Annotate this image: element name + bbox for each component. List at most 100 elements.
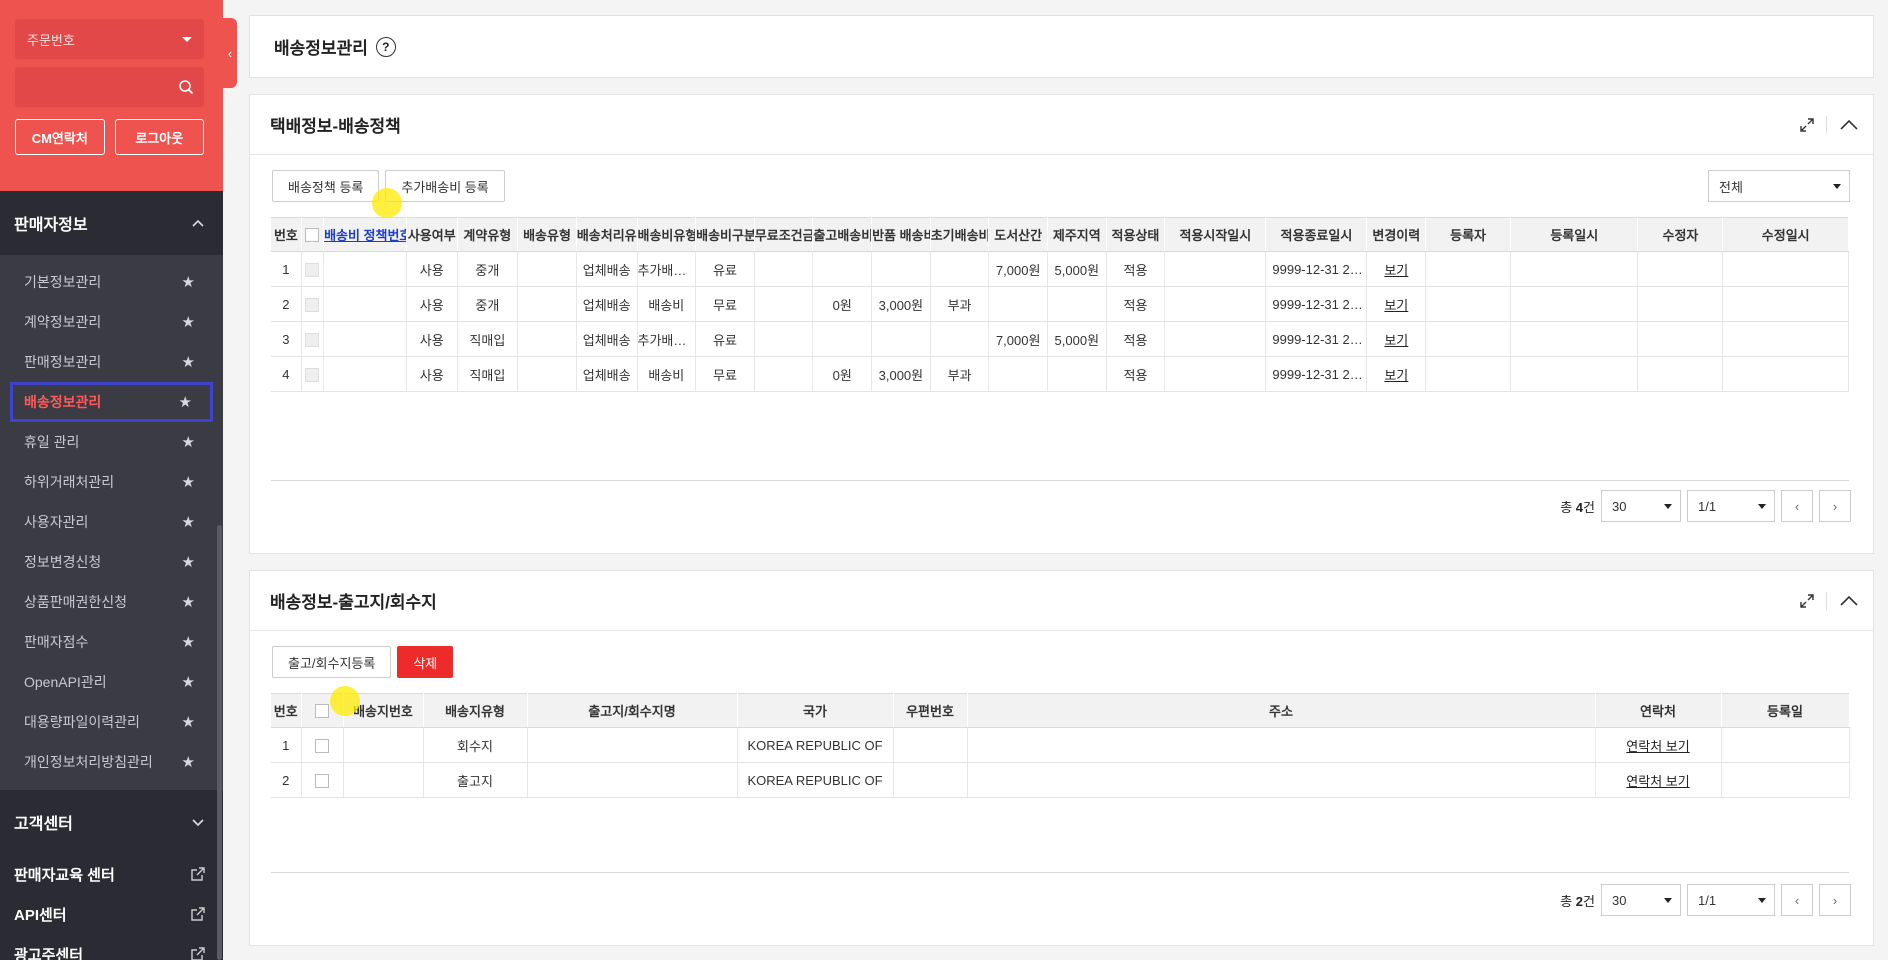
table-row[interactable]: 1 회수지 KOREA REPUBLIC OF 연락처 보기 <box>271 727 1850 763</box>
table-row[interactable]: 2 사용 중개 업체배송 배송비 무료 0원 3,000원 부과 적용 9999… <box>271 286 1849 322</box>
sidebar-item-change-request[interactable]: 정보변경신청 ★ <box>10 542 213 582</box>
register-extra-fee-button[interactable]: 추가배송비 등록 <box>385 170 505 202</box>
sidebar-scrollbar[interactable] <box>217 525 222 960</box>
cell <box>754 321 814 357</box>
view-history-link[interactable]: 보기 <box>1384 263 1408 278</box>
row-checkbox[interactable] <box>301 286 325 322</box>
chevron-up-icon[interactable] <box>1839 595 1859 607</box>
star-icon[interactable]: ★ <box>182 473 195 491</box>
cell <box>1425 356 1512 392</box>
select-all-checkbox[interactable] <box>301 217 325 252</box>
column-header: 등록일시 <box>1510 217 1639 252</box>
cell <box>1164 321 1267 357</box>
page-select[interactable]: 1/1 <box>1687 490 1775 522</box>
chevron-down-icon <box>182 36 192 42</box>
external-link-icon <box>191 947 205 960</box>
sidebar-collapse-button[interactable]: ‹ <box>223 18 237 88</box>
sidebar-link-ad-center[interactable]: 광고주센터 <box>0 934 223 960</box>
table-header-row: 번호 배송비 정책번호 사용여부 계약유형 배송유형 배송처리유형 배송비유형 … <box>271 217 1849 252</box>
expand-icon[interactable] <box>1800 117 1814 132</box>
row-checkbox[interactable] <box>301 356 325 392</box>
cell <box>1425 321 1512 357</box>
sidebar-item-privacy-policy[interactable]: 개인정보처리방침관리 ★ <box>10 742 213 782</box>
cm-contact-button[interactable]: CM연락처 <box>15 119 105 155</box>
star-icon[interactable]: ★ <box>182 593 195 611</box>
sidebar-item-openapi[interactable]: OpenAPI관리 ★ <box>10 662 213 702</box>
view-history-link[interactable]: 보기 <box>1384 298 1408 313</box>
sidebar-link-api-center[interactable]: API센터 <box>0 894 223 934</box>
star-icon[interactable]: ★ <box>182 313 195 331</box>
cell: 직매입 <box>457 356 519 392</box>
view-contact-link[interactable]: 연락처 보기 <box>1626 739 1689 754</box>
delete-button[interactable]: 삭제 <box>397 646 454 678</box>
column-header: 주소 <box>967 693 1596 728</box>
column-header: 출고지/회수지명 <box>527 693 738 728</box>
row-checkbox[interactable] <box>301 727 344 763</box>
cell: 무료 <box>695 286 755 322</box>
star-icon[interactable]: ★ <box>182 273 195 291</box>
address-table: 번호 배송지번호 배송지유형 출고지/회수지명 국가 우편번호 주소 연락처 등… <box>271 693 1850 798</box>
sidebar-item-seller-score[interactable]: 판매자점수 ★ <box>10 622 213 662</box>
star-icon[interactable]: ★ <box>182 633 195 651</box>
page-value: 1/1 <box>1698 892 1717 908</box>
cell <box>930 251 990 287</box>
register-address-button[interactable]: 출고/회수지등록 <box>272 646 392 678</box>
sidebar-section-cs[interactable]: 고객센터 <box>0 790 223 854</box>
star-icon[interactable]: ★ <box>182 353 195 371</box>
sidebar-item-basic-info[interactable]: 기본정보관리 ★ <box>10 262 213 302</box>
chevron-up-icon[interactable] <box>1839 119 1859 131</box>
row-checkbox[interactable] <box>301 251 325 287</box>
star-icon[interactable]: ★ <box>182 553 195 571</box>
help-icon[interactable]: ? <box>375 36 396 57</box>
view-history-link[interactable]: 보기 <box>1384 333 1408 348</box>
page-size-select[interactable]: 30 <box>1601 884 1681 916</box>
status-filter-select[interactable]: 전체 <box>1708 170 1850 202</box>
star-icon[interactable]: ★ <box>182 673 195 691</box>
prev-page-button[interactable]: ‹ <box>1781 490 1813 522</box>
sidebar-item-contract-info[interactable]: 계약정보관리 ★ <box>10 302 213 342</box>
sidebar-link-education[interactable]: 판매자교육 센터 <box>0 854 223 894</box>
sidebar-item-sub-vendor[interactable]: 하위거래처관리 ★ <box>10 462 213 502</box>
star-icon[interactable]: ★ <box>182 713 195 731</box>
sidebar-item-bulk-file[interactable]: 대용량파일이력관리 ★ <box>10 702 213 742</box>
sidebar-item-shipping-info[interactable]: 배송정보관리 ★ <box>10 382 213 422</box>
row-checkbox[interactable] <box>301 321 325 357</box>
page-size-select[interactable]: 30 <box>1601 490 1681 522</box>
search-type-select[interactable]: 주문번호 <box>15 19 204 59</box>
prev-page-button[interactable]: ‹ <box>1781 884 1813 916</box>
star-icon[interactable]: ★ <box>182 513 195 531</box>
expand-icon[interactable] <box>1800 593 1814 608</box>
table-row[interactable]: 1 사용 중개 업체배송 추가배송비 유료 7,000원 5,000원 적용 9… <box>271 251 1849 287</box>
cell <box>1510 251 1639 287</box>
next-page-button[interactable]: › <box>1819 490 1851 522</box>
column-header: 적용상태 <box>1106 217 1166 252</box>
cell: 유료 <box>695 321 755 357</box>
sidebar-item-holiday[interactable]: 휴일 관리 ★ <box>10 422 213 462</box>
next-page-button[interactable]: › <box>1819 884 1851 916</box>
sidebar-section-seller[interactable]: 판매자정보 <box>0 191 223 255</box>
view-history-link[interactable]: 보기 <box>1384 368 1408 383</box>
sidebar-item-sales-info[interactable]: 판매정보관리 ★ <box>10 342 213 382</box>
table-row[interactable]: 4 사용 직매입 업체배송 배송비 무료 0원 3,000원 부과 적용 999… <box>271 356 1849 392</box>
cell: 9999-12-31 23:59:59 <box>1265 356 1368 392</box>
column-header: 번호 <box>271 217 302 252</box>
table-row[interactable]: 3 사용 직매입 업체배송 추가배송비 유료 7,000원 5,000원 적용 … <box>271 321 1849 357</box>
search-input[interactable] <box>15 67 204 107</box>
cell <box>871 251 931 287</box>
table-row[interactable]: 2 출고지 KOREA REPUBLIC OF 연락처 보기 <box>271 762 1850 798</box>
star-icon[interactable]: ★ <box>182 433 195 451</box>
star-icon[interactable]: ★ <box>179 393 192 411</box>
sidebar-item-users[interactable]: 사용자관리 ★ <box>10 502 213 542</box>
cell: 무료 <box>695 356 755 392</box>
column-header-link[interactable]: 배송비 정책번호 <box>324 228 405 243</box>
row-checkbox[interactable] <box>301 762 344 798</box>
logout-button[interactable]: 로그아웃 <box>114 119 204 155</box>
sidebar-item-sales-permission[interactable]: 상품판매권한신청 ★ <box>10 582 213 622</box>
search-icon[interactable] <box>178 79 194 95</box>
page-select[interactable]: 1/1 <box>1687 884 1775 916</box>
register-policy-button[interactable]: 배송정책 등록 <box>272 170 380 202</box>
star-icon[interactable]: ★ <box>182 753 195 771</box>
column-header[interactable]: 배송비 정책번호 <box>323 217 407 252</box>
cell <box>517 286 577 322</box>
view-contact-link[interactable]: 연락처 보기 <box>1626 774 1689 789</box>
